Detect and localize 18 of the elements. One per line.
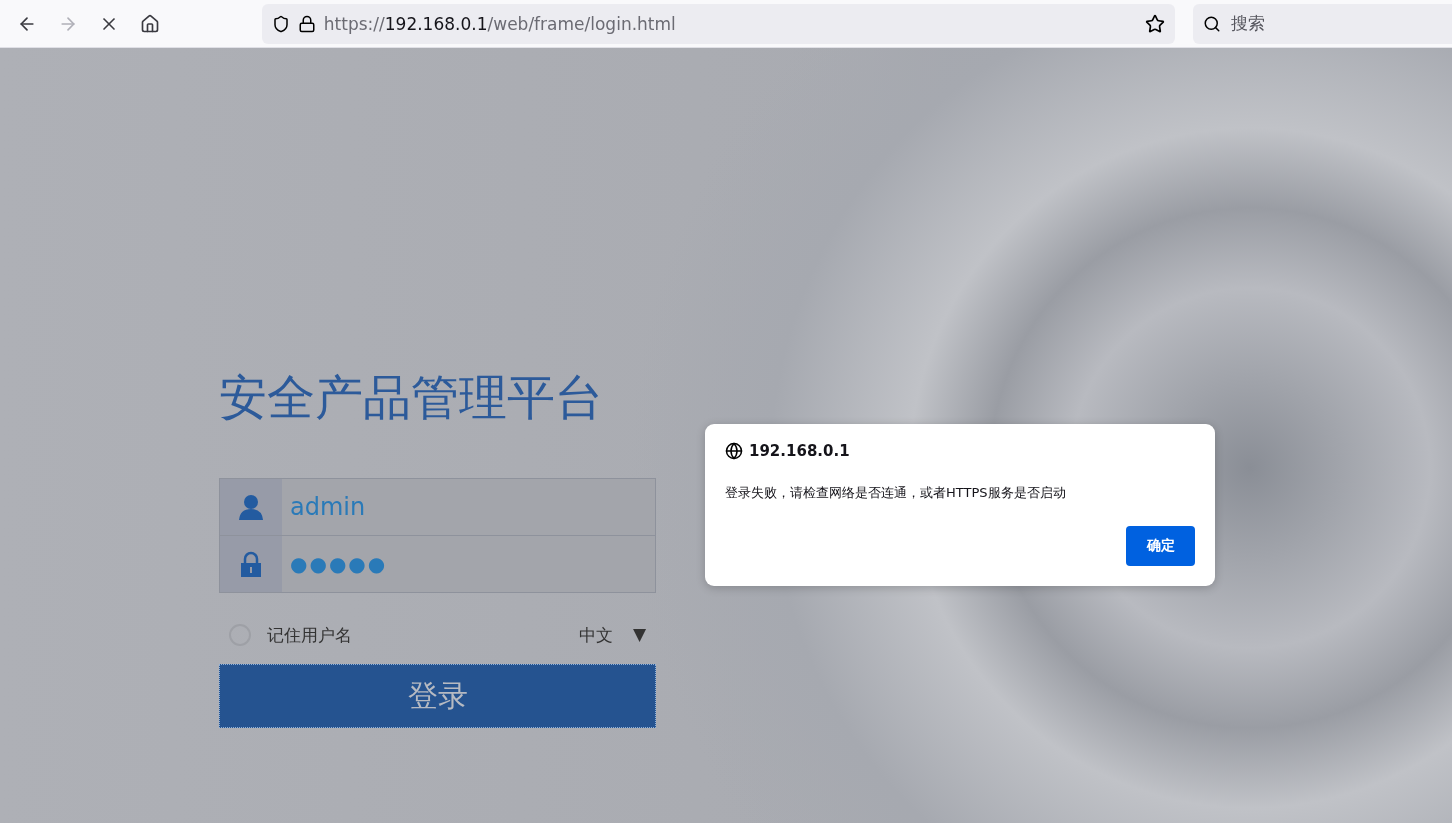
globe-icon (725, 442, 743, 460)
login-button[interactable]: 登录 (219, 664, 656, 728)
page-title: 安全产品管理平台 (219, 368, 604, 427)
shield-icon (271, 14, 290, 33)
padlock-icon (240, 551, 262, 577)
dialog-message: 登录失败，请检查网络是否连通，或者HTTPS服务是否启动 (725, 484, 1067, 502)
address-bar[interactable]: https://192.168.0.1/web/frame/login.html (261, 3, 1175, 44)
user-icon (238, 494, 264, 520)
language-select[interactable]: 中文 ▼ (578, 623, 656, 647)
home-icon (140, 13, 161, 34)
url-text: https://192.168.0.1/web/frame/login.html (323, 13, 677, 34)
dialog-origin: 192.168.0.1 (749, 442, 850, 460)
search-icon (1203, 14, 1221, 33)
star-icon[interactable] (1145, 13, 1165, 34)
lock-icon (297, 14, 316, 33)
ok-button[interactable]: 确定 (1126, 526, 1195, 566)
search-field[interactable]: 搜索 (1193, 3, 1452, 44)
remember-label: 记住用户名 (267, 623, 353, 647)
